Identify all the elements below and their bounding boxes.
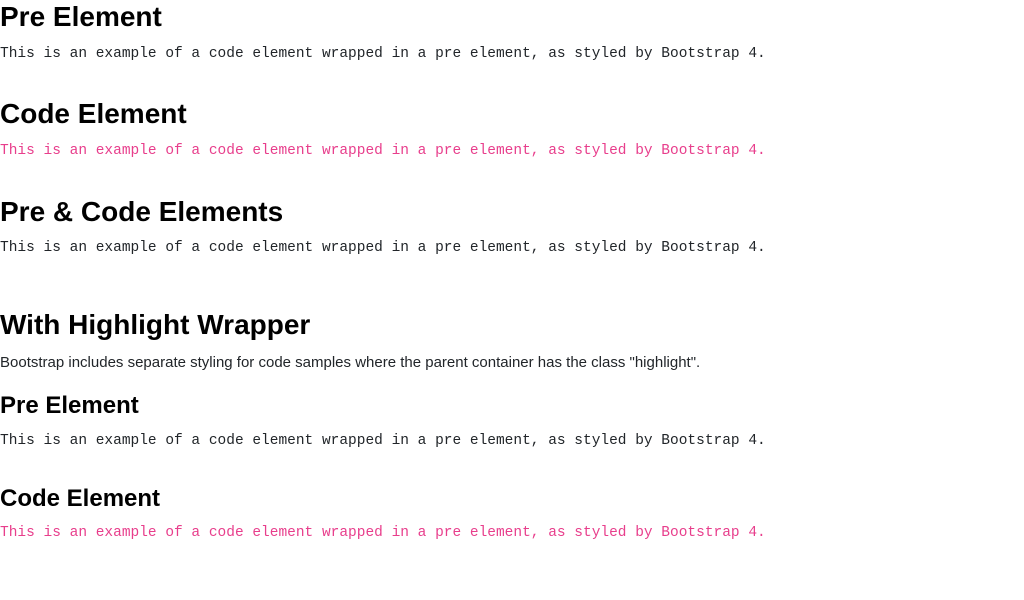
heading-code-element: Code Element	[0, 97, 1024, 131]
heading-hl-pre-element: Pre Element	[0, 392, 1024, 421]
section-pre-and-code: Pre & Code Elements This is an example o…	[0, 195, 1024, 260]
section-pre-element: Pre Element This is an example of a code…	[0, 0, 1024, 65]
section-hl-pre-element: Pre Element This is an example of a code…	[0, 392, 1024, 453]
highlight-description: Bootstrap includes separate styling for …	[0, 352, 1024, 375]
code-sample-text: This is an example of a code element wra…	[0, 141, 1024, 163]
pre-code-sample-text: This is an example of a code element wra…	[0, 238, 1024, 260]
heading-pre-and-code: Pre & Code Elements	[0, 195, 1024, 229]
section-code-element: Code Element This is an example of a cod…	[0, 97, 1024, 162]
heading-hl-code-element: Code Element	[0, 485, 1024, 514]
heading-pre-element: Pre Element	[0, 0, 1024, 34]
hl-pre-sample-text: This is an example of a code element wra…	[0, 431, 1024, 453]
section-highlight-wrapper: With Highlight Wrapper Bootstrap include…	[0, 308, 1024, 374]
heading-highlight-wrapper: With Highlight Wrapper	[0, 308, 1024, 342]
section-hl-code-element: Code Element This is an example of a cod…	[0, 485, 1024, 546]
hl-code-sample-text: This is an example of a code element wra…	[0, 523, 1024, 545]
pre-sample-text: This is an example of a code element wra…	[0, 44, 1024, 66]
